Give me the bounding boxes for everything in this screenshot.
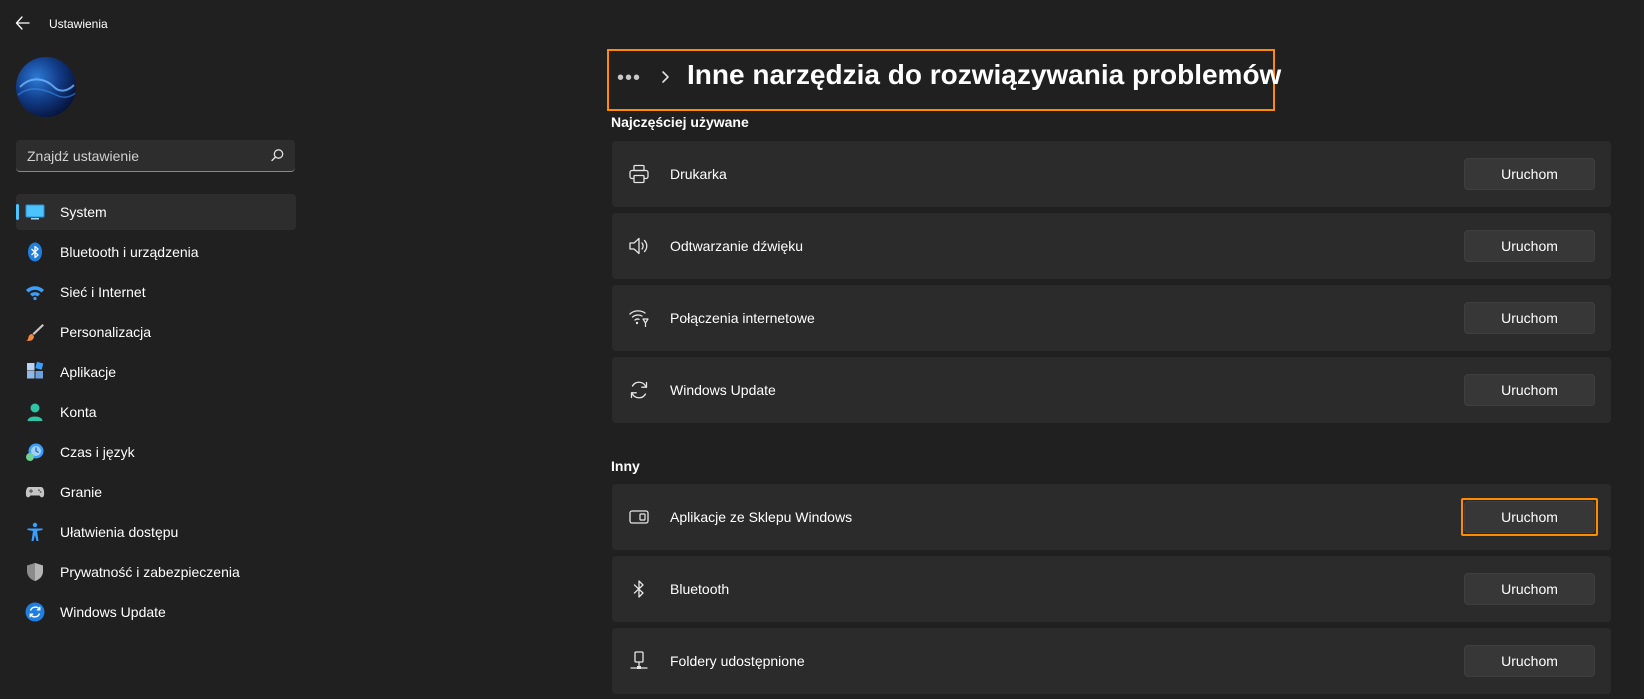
- sync-icon: [630, 381, 648, 399]
- troubleshooter-row-printer: Drukarka Uruchom: [612, 141, 1611, 207]
- back-arrow-icon: [15, 16, 30, 30]
- title-bar: Ustawienia: [0, 0, 1644, 48]
- sidebar-item-label: Personalizacja: [60, 324, 152, 340]
- bluetooth-icon: [633, 580, 644, 598]
- search-box[interactable]: Znajdź ustawienie: [16, 140, 295, 172]
- troubleshooter-row-store-apps: Aplikacje ze Sklepu Windows Uruchom: [612, 484, 1611, 550]
- sidebar-item-time-language[interactable]: Czas i język: [16, 434, 296, 470]
- sidebar-item-label: Czas i język: [60, 444, 135, 460]
- back-button[interactable]: [14, 12, 34, 34]
- section-title-frequent: Najczęściej używane: [611, 114, 749, 130]
- speaker-icon: [629, 237, 648, 255]
- run-button[interactable]: Uruchom: [1464, 302, 1595, 334]
- sidebar-item-apps[interactable]: Aplikacje: [16, 354, 296, 390]
- clock-globe-icon: [26, 443, 44, 461]
- sidebar-item-accounts[interactable]: Konta: [16, 394, 296, 430]
- sidebar-item-personalization[interactable]: Personalizacja: [16, 314, 296, 350]
- run-button[interactable]: Uruchom: [1464, 158, 1595, 190]
- selection-indicator: [16, 204, 19, 220]
- search-input[interactable]: Znajdź ustawienie: [27, 148, 139, 164]
- sidebar-item-privacy[interactable]: Prywatność i zabezpieczenia: [16, 554, 296, 590]
- page-title: Inne narzędzia do rozwiązywania problemó…: [687, 59, 1282, 90]
- search-icon[interactable]: [270, 148, 285, 163]
- sidebar-item-windows-update[interactable]: Windows Update: [16, 594, 296, 630]
- sidebar-item-label: Konta: [60, 404, 97, 420]
- sidebar-item-label: Bluetooth i urządzenia: [60, 244, 199, 260]
- run-button[interactable]: Uruchom: [1464, 573, 1595, 605]
- run-button[interactable]: Uruchom: [1464, 374, 1595, 406]
- breadcrumb: ••• Inne narzędzia do rozwiązywania prob…: [607, 49, 1281, 111]
- sidebar-item-label: Aplikacje: [60, 364, 117, 380]
- wifi-signal-icon: [629, 310, 649, 327]
- brush-icon: [26, 324, 44, 341]
- troubleshooter-label: Połączenia internetowe: [670, 310, 815, 326]
- sidebar-item-label: Windows Update: [60, 604, 166, 620]
- sidebar-item-label: Sieć i Internet: [60, 284, 146, 300]
- run-button[interactable]: Uruchom: [1464, 230, 1595, 262]
- troubleshooter-row-audio: Odtwarzanie dźwięku Uruchom: [612, 213, 1611, 279]
- printer-icon: [629, 164, 649, 184]
- sidebar-item-label: Granie: [60, 484, 103, 500]
- troubleshooter-label: Aplikacje ze Sklepu Windows: [670, 509, 853, 525]
- bluetooth-icon: [28, 242, 42, 262]
- sidebar-item-bluetooth[interactable]: Bluetooth i urządzenia: [16, 234, 296, 270]
- troubleshooter-row-shared-folders: Foldery udostępnione Uruchom: [612, 628, 1611, 694]
- troubleshooter-label: Foldery udostępnione: [670, 653, 805, 669]
- sidebar-item-label: Ułatwienia dostępu: [60, 524, 179, 540]
- sidebar-item-system[interactable]: System: [16, 194, 296, 230]
- sidebar-item-network[interactable]: Sieć i Internet: [16, 274, 296, 310]
- sidebar-nav: System Bluetooth i urządzenia Sieć i Int…: [16, 194, 296, 634]
- person-icon: [27, 403, 43, 421]
- troubleshooter-label: Bluetooth: [670, 581, 730, 597]
- update-icon: [25, 602, 45, 622]
- troubleshooter-label: Odtwarzanie dźwięku: [670, 238, 804, 254]
- breadcrumb-more-button[interactable]: •••: [617, 67, 641, 90]
- sidebar-item-label: System: [60, 204, 107, 220]
- avatar[interactable]: [16, 57, 76, 117]
- accessibility-icon: [27, 522, 43, 541]
- troubleshooter-row-internet: Połączenia internetowe Uruchom: [612, 285, 1611, 351]
- troubleshooter-label: Drukarka: [670, 166, 727, 182]
- sidebar-item-label: Prywatność i zabezpieczenia: [60, 564, 240, 580]
- shield-icon: [27, 563, 43, 581]
- button-highlight: [1461, 498, 1598, 536]
- monitor-icon: [25, 204, 45, 220]
- troubleshooter-row-bluetooth: Bluetooth Uruchom: [612, 556, 1611, 622]
- section-title-other: Inny: [611, 458, 640, 474]
- troubleshooter-label: Windows Update: [670, 382, 776, 398]
- network-share-icon: [630, 651, 648, 669]
- troubleshooter-row-windows-update: Windows Update Uruchom: [612, 357, 1611, 423]
- apps-icon: [27, 362, 44, 379]
- wifi-icon: [26, 286, 44, 301]
- sidebar-item-accessibility[interactable]: Ułatwienia dostępu: [16, 514, 296, 550]
- gamepad-icon: [25, 487, 45, 498]
- app-title: Ustawienia: [49, 17, 108, 31]
- sidebar-item-gaming[interactable]: Granie: [16, 474, 296, 510]
- run-button[interactable]: Uruchom: [1464, 645, 1595, 677]
- avatar-wallpaper-icon: [17, 78, 76, 98]
- store-app-icon: [629, 510, 649, 524]
- chevron-right-icon: [662, 71, 669, 83]
